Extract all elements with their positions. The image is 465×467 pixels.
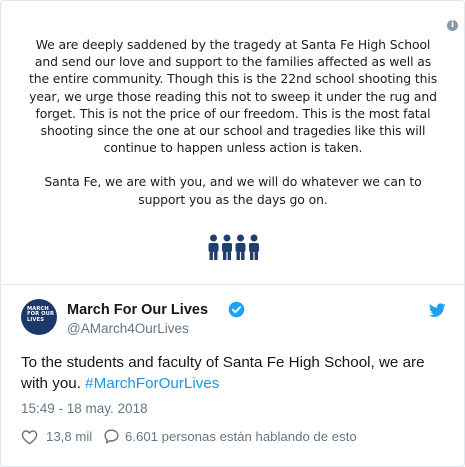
tweet-text: To the students and faculty of Santa Fe …	[21, 352, 451, 394]
tweet-header: MARCH FOR OUR LIVES March For Our Lives …	[21, 299, 446, 339]
four-people-icon	[208, 234, 259, 260]
embedded-tweet-card: i We are deeply saddened by the tragedy …	[0, 0, 465, 467]
author-handle[interactable]: @AMarch4OurLives	[67, 321, 189, 336]
author-name[interactable]: March For Our Lives	[67, 302, 208, 318]
conversation-count-text[interactable]: 6.601 personas están hablando de esto	[125, 429, 357, 444]
hashtag-link[interactable]: #MarchForOurLives	[85, 375, 219, 392]
avatar[interactable]: MARCH FOR OUR LIVES	[21, 299, 57, 335]
heart-icon[interactable]	[21, 429, 38, 445]
verified-badge-icon	[228, 301, 245, 318]
tweet-media-image[interactable]: i We are deeply saddened by the tragedy …	[2, 2, 464, 285]
tweet-timestamp[interactable]: 15:49 - 18 may. 2018	[21, 401, 148, 416]
likes-count[interactable]: 13,8 mil	[46, 429, 92, 444]
tweet-body: To the students and faculty of Santa Fe …	[21, 354, 425, 392]
reply-bubble-icon[interactable]	[103, 428, 120, 445]
twitter-bird-icon[interactable]	[429, 303, 446, 318]
statement-paragraph-1: We are deeply saddened by the tragedy at…	[28, 37, 438, 156]
statement-text: We are deeply saddened by the tragedy at…	[24, 36, 442, 208]
avatar-line-3: LIVES	[27, 316, 45, 323]
info-icon[interactable]: i	[447, 20, 458, 31]
statement-paragraph-2: Santa Fe, we are with you, and we will d…	[44, 174, 422, 207]
